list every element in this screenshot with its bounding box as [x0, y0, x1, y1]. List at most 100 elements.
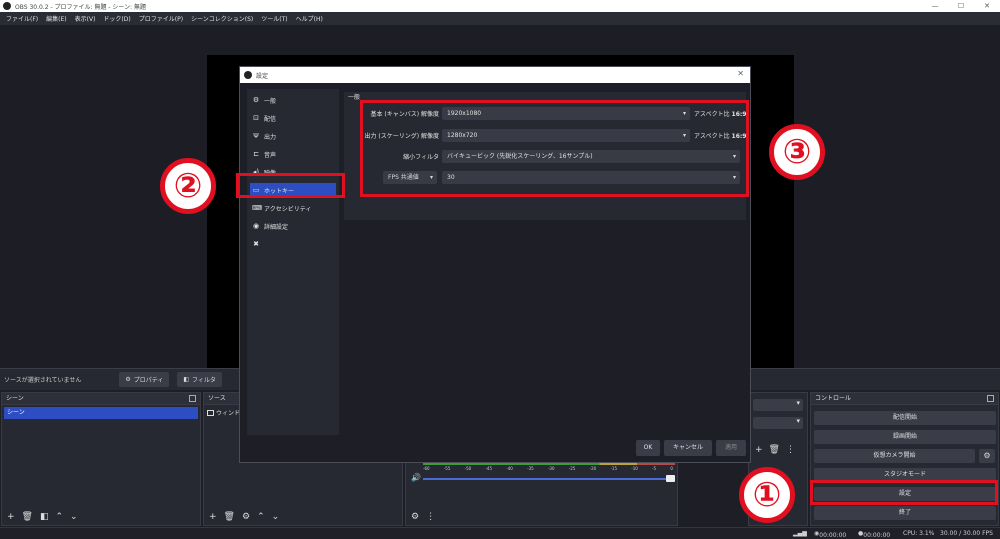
filter-icon[interactable]: ◧	[40, 512, 49, 522]
controls-dock: コントロール 配信開始 録画開始 仮想カメラ開始 ⚙ スタジオモード 設定 終了	[810, 392, 999, 526]
nav-label: 出力	[264, 133, 277, 141]
scenes-dock-title: シーン	[6, 395, 24, 402]
fps-readout: 30.00 / 30.00 FPS	[940, 530, 993, 537]
trash-icon[interactable]: 🗑	[224, 512, 235, 522]
filters-label: フィルタ	[192, 377, 216, 384]
start-virtual-camera-button[interactable]: 仮想カメラ開始	[814, 449, 975, 463]
filter-icon: ◧	[183, 376, 190, 383]
callout-badge-2: ②	[160, 158, 216, 214]
gear-icon[interactable]: ⚙	[411, 512, 419, 522]
sources-dock-title: ソース	[208, 395, 226, 402]
nav-item-stream[interactable]: ⊡ 配信	[250, 111, 336, 125]
nav-item-advanced[interactable]: ◉ 詳細設定	[250, 219, 336, 233]
float-dock-icon[interactable]	[987, 395, 994, 402]
add-icon[interactable]: +	[755, 445, 763, 455]
accessibility-icon: ◉	[252, 222, 260, 230]
nav-label: 一般	[264, 97, 277, 105]
close-icon[interactable]: ✕	[737, 69, 744, 78]
nav-item-general[interactable]: ⚙ 一般	[250, 93, 336, 107]
apply-button[interactable]: 適用	[716, 440, 746, 456]
meter-tick: -20	[589, 466, 597, 471]
tools-icon: ✖	[253, 240, 259, 248]
window-title: OBS 30.0.2 - プロファイル: 無題 - シーン: 無題	[15, 3, 147, 11]
meter-tick: -5	[652, 466, 657, 471]
scene-list-item[interactable]: シーン	[4, 407, 198, 419]
stream-icon: ⊡	[253, 114, 259, 122]
minimize-button[interactable]: —	[922, 0, 948, 12]
cpu-usage: CPU: 3.1%	[903, 530, 935, 537]
obs-logo-icon	[3, 2, 11, 10]
meter-tick: -60	[423, 466, 430, 471]
duration-select[interactable]	[753, 417, 803, 429]
move-up-icon[interactable]: ⌃	[257, 512, 265, 522]
volume-slider-knob[interactable]	[666, 475, 675, 482]
menu-tools[interactable]: ツール(T)	[257, 14, 291, 23]
add-icon[interactable]: +	[209, 512, 217, 522]
properties-button[interactable]: ⚙ プロパティ	[119, 372, 170, 387]
gear-icon: ⚙	[252, 96, 260, 104]
gear-icon: ⚙	[125, 376, 131, 383]
gear-icon[interactable]: ⚙	[242, 512, 250, 522]
sources-dock-footer: + 🗑 ⚙ ⌃ ⌄	[204, 508, 402, 525]
menu-edit[interactable]: 編集(E)	[42, 14, 70, 23]
scenes-dock-header: シーン	[2, 393, 200, 405]
nav-item-extra[interactable]: ✖	[250, 237, 336, 251]
scenes-dock-footer: + 🗑 ◧ ⌃ ⌄	[2, 508, 200, 525]
controls-dock-header: コントロール	[811, 393, 998, 405]
highlight-settings-button	[810, 480, 998, 505]
highlight-video-settings	[360, 100, 749, 197]
nav-item-audio[interactable]: ⊏ 音声	[250, 147, 336, 161]
transition-select[interactable]	[753, 399, 803, 411]
menu-profile[interactable]: プロファイル(P)	[135, 14, 187, 23]
float-dock-icon[interactable]	[189, 395, 196, 402]
more-options-icon[interactable]: ⋮	[426, 512, 435, 522]
record-time-value: 00:00:00	[863, 532, 891, 539]
settings-dialog-titlebar: 設定 ✕	[240, 67, 750, 83]
transition-buttons: + 🗑 ⋮	[755, 445, 795, 455]
volume-slider-track[interactable]	[423, 478, 671, 480]
add-icon[interactable]: +	[7, 512, 15, 522]
meter-tick: -55	[443, 466, 451, 471]
nav-item-output[interactable]: Ψ 出力	[250, 129, 336, 143]
keyboard-icon: ⌨	[252, 204, 263, 212]
meter-tick: 0	[670, 466, 673, 471]
exit-button[interactable]: 終了	[814, 506, 996, 520]
menu-view[interactable]: 表示(V)	[71, 14, 100, 23]
start-recording-button[interactable]: 録画開始	[814, 430, 996, 444]
menu-docks[interactable]: ドック(D)	[99, 14, 134, 23]
live-time: ◉ 00:00:00	[814, 530, 847, 539]
callout-badge-3: ③	[769, 124, 825, 180]
meter-tick: -35	[527, 466, 534, 471]
section-title: 一般	[348, 94, 361, 101]
menu-file[interactable]: ファイル(F)	[2, 14, 42, 23]
menu-help[interactable]: ヘルプ(H)	[292, 14, 327, 23]
meter-tick: -25	[568, 466, 576, 471]
move-down-icon[interactable]: ⌄	[70, 512, 78, 522]
audio-mixer-dock: -60 -55 -50 -45 -40 -35 -30 -25 -20 -15 …	[405, 458, 678, 526]
menu-bar: ファイル(F) 編集(E) 表示(V) ドック(D) プロファイル(P) シーン…	[0, 12, 1000, 25]
move-down-icon[interactable]: ⌄	[272, 512, 280, 522]
maximize-button[interactable]: ☐	[948, 0, 974, 12]
live-time-value: 00:00:00	[819, 532, 847, 539]
nav-item-accessibility[interactable]: ⌨ アクセシビリティ	[250, 201, 336, 215]
record-time: ● 00:00:00	[858, 530, 891, 539]
meter-tick: -15	[610, 466, 617, 471]
trash-icon[interactable]: 🗑	[769, 445, 780, 455]
close-window-button[interactable]: ✕	[974, 0, 1000, 12]
more-options-icon[interactable]: ⋮	[786, 445, 795, 455]
speaker-icon[interactable]: 🔊	[411, 473, 421, 482]
menu-scene-collection[interactable]: シーンコレクション(S)	[187, 14, 257, 23]
window-controls: — ☐ ✕	[922, 0, 1000, 12]
meter-tick: -45	[485, 466, 493, 471]
meter-ticks: -60 -55 -50 -45 -40 -35 -30 -25 -20 -15 …	[423, 466, 673, 471]
settings-dialog-title: 設定	[256, 72, 269, 80]
trash-icon[interactable]: 🗑	[22, 512, 33, 522]
virtual-camera-gear-icon[interactable]: ⚙	[979, 449, 995, 463]
meter-tick: -10	[631, 466, 638, 471]
filters-button[interactable]: ◧ フィルタ	[177, 372, 222, 387]
cancel-button[interactable]: キャンセル	[664, 440, 712, 456]
move-up-icon[interactable]: ⌃	[56, 512, 64, 522]
start-streaming-button[interactable]: 配信開始	[814, 411, 996, 425]
callout-badge-1: ①	[739, 467, 795, 523]
ok-button[interactable]: OK	[636, 440, 660, 456]
